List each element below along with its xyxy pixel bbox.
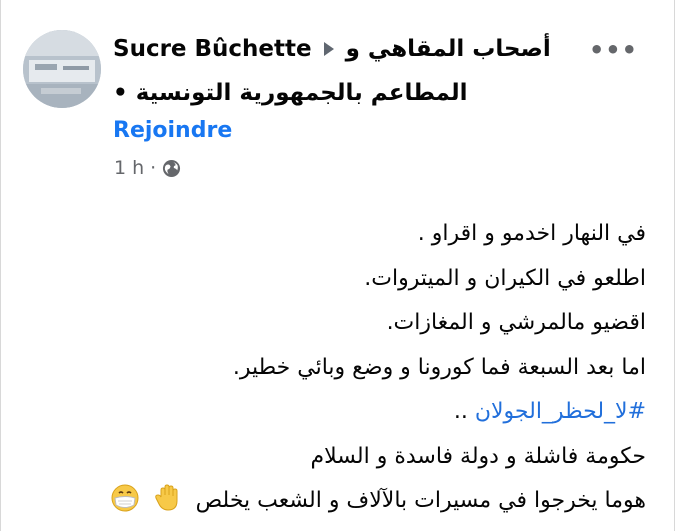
globe-icon[interactable] [162, 159, 181, 178]
post-meta: 1 h · [114, 157, 181, 179]
post-body: في النهار اخدمو و اقراو . اطلعو في الكير… [26, 212, 646, 524]
post-line: حكومة فاشلة و دولة فاسدة و السلام [310, 443, 646, 469]
last-line: هوما يخرجوا في مسيرات بالآلاف و الشعب يخ… [26, 479, 646, 524]
mask-face-emoji [111, 484, 139, 512]
group-name-part2[interactable]: المطاعم بالجمهورية التونسية [136, 80, 468, 106]
join-group-button[interactable]: Rejoindre [113, 118, 232, 143]
more-options-button[interactable]: ••• [589, 36, 638, 64]
post-line: في النهار اخدمو و اقراو . [417, 221, 646, 246]
avatar-image [23, 30, 101, 108]
post-header: Sucre Bûchette أصحاب المقاهي و [113, 36, 551, 62]
group-name-part1[interactable]: أصحاب المقاهي و [346, 36, 551, 62]
post-time[interactable]: 1 h [114, 157, 144, 179]
post-line: اقضيو مالمرشي و المغازات. [386, 310, 646, 335]
arrow-right-icon [323, 42, 334, 56]
raised-hand-emoji [154, 484, 178, 511]
hashtag-line: #لا_لحظر_الجولان .. [26, 390, 646, 435]
post-card: Sucre Bûchette أصحاب المقاهي و المطاعم ب… [0, 0, 675, 531]
post-line: اما بعد السبعة فما كورونا و وضع وبائي خط… [232, 354, 646, 380]
bullet-separator: • [113, 80, 128, 106]
post-line: اطلعو في الكيران و الميتروات. [364, 265, 646, 291]
group-name-line2[interactable]: المطاعم بالجمهورية التونسية • [113, 80, 468, 106]
hashtag-link[interactable]: #لا_لحظر_الجولان [475, 399, 646, 424]
post-line: .. [453, 399, 468, 424]
avatar[interactable] [23, 30, 101, 108]
post-line: هوما يخرجوا في مسيرات بالآلاف و الشعب يخ… [195, 488, 646, 513]
author-name[interactable]: Sucre Bûchette [113, 36, 312, 62]
meta-separator: · [150, 157, 157, 179]
